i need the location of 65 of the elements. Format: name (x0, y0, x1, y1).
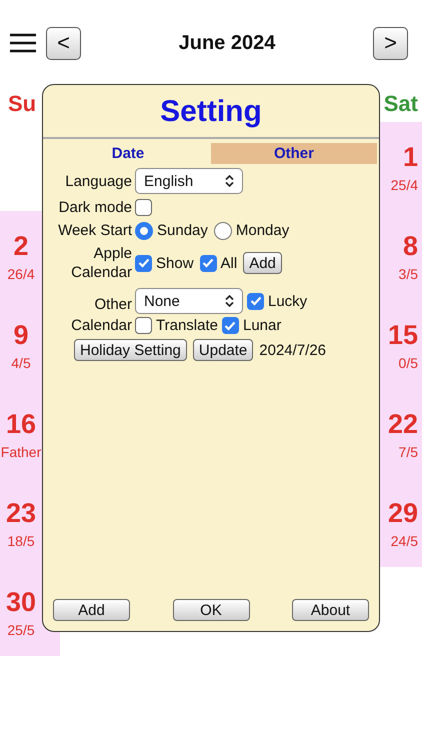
day-note: Father (0, 444, 42, 460)
day-note: 25/4 (390, 177, 418, 193)
language-select[interactable]: English (135, 168, 243, 194)
field-label: Calendar (71, 316, 132, 335)
option-label: Sunday (157, 222, 208, 239)
field-label: Apple Calendar (70, 244, 132, 282)
checkbox[interactable] (135, 199, 152, 216)
option-label: Lucky (268, 292, 308, 310)
footer-button[interactable]: OK (172, 599, 250, 621)
day-number: 2 (13, 231, 29, 262)
checkmark-icon (138, 258, 150, 268)
day-number: 1 (402, 142, 418, 173)
day-note: 24/5 (390, 533, 418, 549)
day-note: 25/5 (7, 622, 35, 638)
day-number: 22 (388, 409, 418, 440)
update-date: 2024/7/26 (259, 342, 326, 358)
calendar-select[interactable]: None (135, 288, 243, 314)
previous-month-button[interactable]: < (46, 26, 81, 60)
field-label: Dark mode (58, 198, 132, 217)
add-button[interactable]: Add (243, 252, 282, 274)
next-month-button[interactable]: > (373, 26, 408, 60)
day-number: 9 (13, 320, 29, 351)
menu-icon[interactable] (10, 33, 36, 53)
dialog-title: Setting (159, 94, 263, 130)
chevron-updown-icon (225, 175, 234, 187)
radio-button[interactable] (214, 222, 232, 240)
option-label: Translate (156, 317, 218, 334)
day-note: 3/5 (398, 266, 418, 282)
footer-button[interactable]: About (292, 599, 369, 621)
tab[interactable]: Other (211, 143, 377, 164)
month-title: June 2024 (178, 32, 276, 54)
field-label: Other (94, 295, 132, 314)
day-number: 29 (388, 498, 418, 529)
day-note: 0/5 (398, 355, 418, 371)
tab[interactable]: Date (45, 143, 211, 164)
checkbox[interactable] (200, 254, 217, 272)
action-button[interactable]: Holiday Setting (74, 339, 187, 361)
option-label: Lunar (242, 317, 282, 334)
checkbox[interactable] (135, 317, 152, 334)
radio-button[interactable] (135, 222, 153, 240)
day-number: 23 (6, 498, 36, 529)
day-note: 26/4 (7, 266, 35, 282)
day-number: 8 (402, 231, 418, 262)
field-label: Week Start (58, 221, 132, 240)
chevron-updown-icon (225, 295, 234, 307)
checkbox[interactable] (222, 317, 239, 334)
day-note: 4/5 (11, 355, 31, 371)
action-button[interactable]: Update (192, 339, 254, 361)
day-number: 16 (6, 409, 36, 440)
option-label: Show (156, 254, 194, 272)
checkbox[interactable] (247, 292, 264, 310)
day-number: 30 (6, 587, 36, 618)
checkbox[interactable] (135, 254, 152, 272)
field-label: Language (65, 172, 132, 190)
day-note: 18/5 (7, 533, 35, 549)
option-label: Monday (236, 222, 290, 239)
checkmark-icon (224, 320, 236, 330)
checkmark-icon (250, 296, 262, 306)
day-number: 15 (388, 320, 418, 351)
weekday-heading: Su (7, 90, 38, 118)
weekday-heading: Sat (382, 90, 419, 118)
footer-button[interactable]: Add (53, 599, 130, 621)
day-note: 7/5 (398, 444, 418, 460)
option-label: All (220, 254, 238, 272)
checkmark-icon (202, 258, 214, 268)
